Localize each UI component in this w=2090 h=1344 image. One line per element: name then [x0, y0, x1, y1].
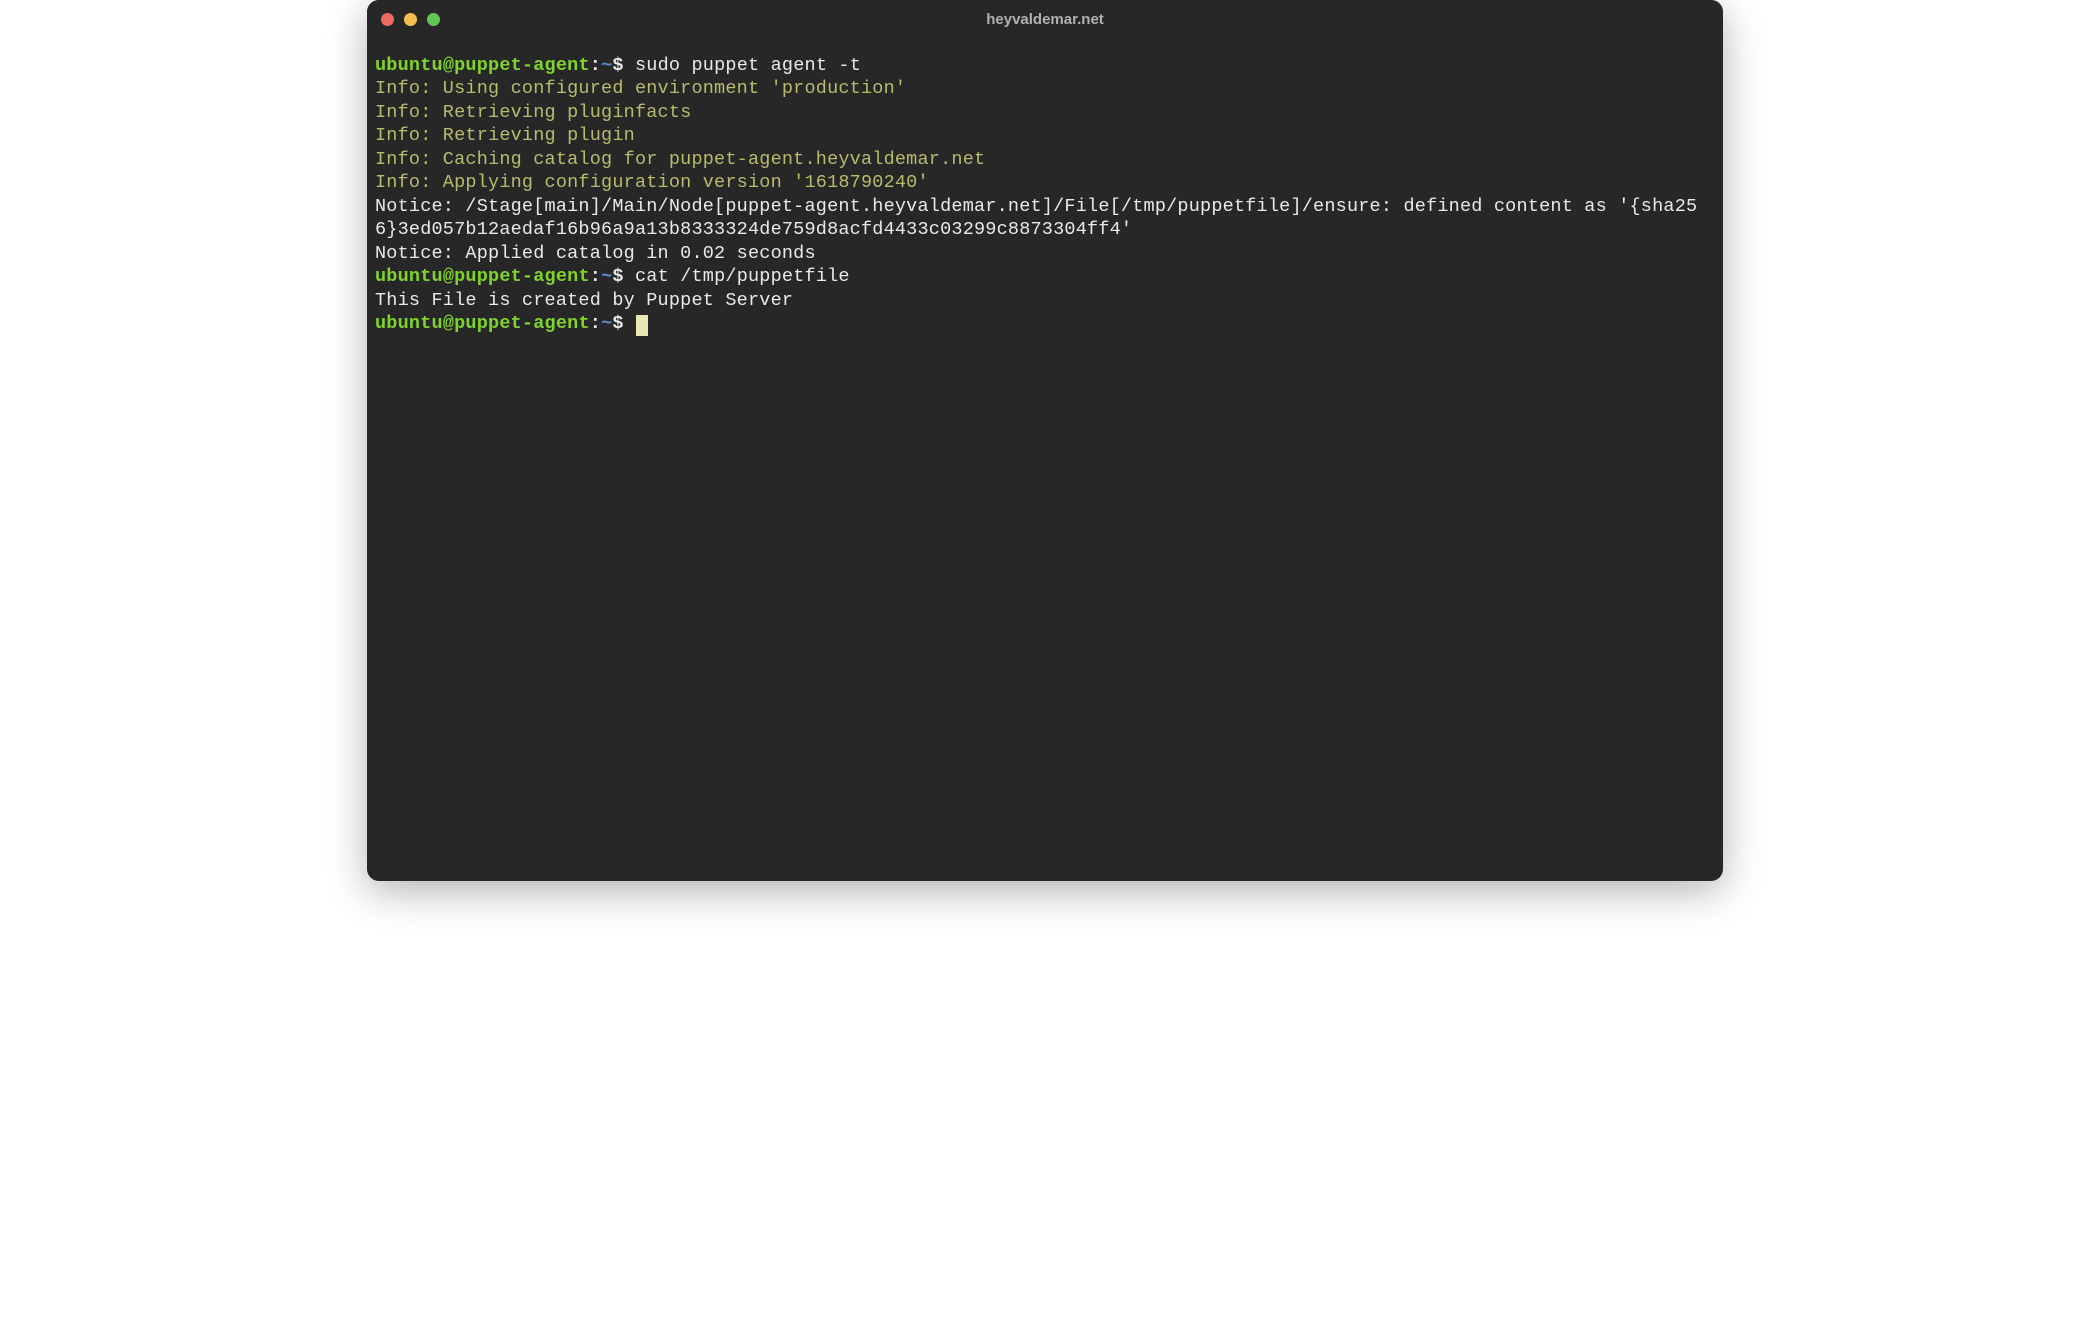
close-icon[interactable] — [381, 13, 394, 26]
prompt-colon: : — [590, 266, 601, 287]
minimize-icon[interactable] — [404, 13, 417, 26]
command-1: sudo puppet agent -t — [624, 55, 861, 76]
terminal-line-prompt-1: ubuntu@puppet-agent:~$ sudo puppet agent… — [375, 54, 1715, 77]
terminal-body[interactable]: ubuntu@puppet-agent:~$ sudo puppet agent… — [367, 38, 1723, 881]
prompt-dollar: $ — [612, 266, 623, 287]
output-line-1: This File is created by Puppet Server — [375, 289, 1715, 312]
prompt-path: ~ — [601, 55, 612, 76]
prompt-colon: : — [590, 55, 601, 76]
window-title: heyvaldemar.net — [986, 11, 1104, 28]
prompt-host: puppet-agent — [454, 266, 590, 287]
info-line-5: Info: Applying configuration version '16… — [375, 171, 1715, 194]
notice-line-2: Notice: Applied catalog in 0.02 seconds — [375, 242, 1715, 265]
prompt-user: ubuntu — [375, 313, 443, 334]
notice-line-1: Notice: /Stage[main]/Main/Node[puppet-ag… — [375, 195, 1715, 242]
prompt-dollar: $ — [612, 313, 623, 334]
prompt-colon: : — [590, 313, 601, 334]
prompt-host: puppet-agent — [454, 55, 590, 76]
info-line-1: Info: Using configured environment 'prod… — [375, 77, 1715, 100]
command-3 — [624, 313, 635, 334]
title-bar: heyvaldemar.net — [367, 0, 1723, 38]
prompt-host: puppet-agent — [454, 313, 590, 334]
terminal-line-prompt-3: ubuntu@puppet-agent:~$ — [375, 312, 1715, 335]
cursor-icon — [636, 315, 648, 336]
traffic-lights — [381, 13, 440, 26]
prompt-user: ubuntu — [375, 55, 443, 76]
prompt-path: ~ — [601, 266, 612, 287]
info-line-4: Info: Caching catalog for puppet-agent.h… — [375, 148, 1715, 171]
terminal-line-prompt-2: ubuntu@puppet-agent:~$ cat /tmp/puppetfi… — [375, 265, 1715, 288]
maximize-icon[interactable] — [427, 13, 440, 26]
prompt-dollar: $ — [612, 55, 623, 76]
info-line-2: Info: Retrieving pluginfacts — [375, 101, 1715, 124]
info-line-3: Info: Retrieving plugin — [375, 124, 1715, 147]
command-2: cat /tmp/puppetfile — [624, 266, 850, 287]
terminal-window: heyvaldemar.net ubuntu@puppet-agent:~$ s… — [367, 0, 1723, 881]
prompt-user: ubuntu — [375, 266, 443, 287]
prompt-at: @ — [443, 266, 454, 287]
prompt-at: @ — [443, 313, 454, 334]
prompt-path: ~ — [601, 313, 612, 334]
prompt-at: @ — [443, 55, 454, 76]
